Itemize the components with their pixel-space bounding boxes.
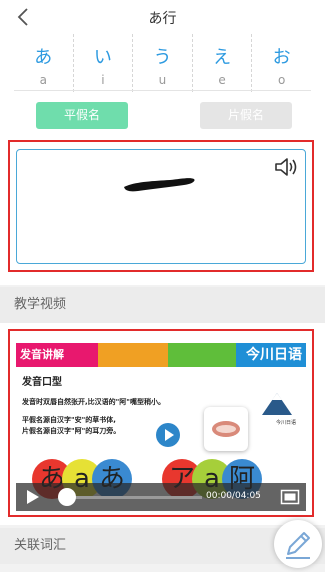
script-toggle: 平假名 片假名: [0, 92, 325, 137]
kana-char: い: [93, 47, 112, 68]
video-player[interactable]: 发音讲解 今川日语 发音口型 发音时双唇自然张开,比汉语的"阿"嘴型稍小。 平假…: [16, 343, 306, 511]
page-title: あ行: [148, 11, 177, 27]
play-icon[interactable]: [26, 489, 40, 505]
kana-char: お: [272, 47, 291, 68]
kana-romaji: i: [101, 73, 105, 87]
kana-tab-a[interactable]: あ a: [14, 34, 74, 92]
video-subtitle: 发音口型: [22, 377, 62, 388]
ink-stroke: [124, 178, 195, 192]
speaker-icon[interactable]: [273, 156, 299, 178]
video-banner-title: 发音讲解: [20, 348, 64, 361]
banner-segment: [98, 343, 168, 367]
pencil-icon: [286, 532, 310, 559]
kana-romaji: a: [39, 73, 47, 87]
katakana-button[interactable]: 片假名: [200, 102, 292, 129]
kana-tab-i[interactable]: い i: [74, 34, 134, 92]
top-bar: あ行: [0, 0, 325, 34]
video-time: 00:00/04:05: [206, 491, 261, 501]
divider: [14, 90, 311, 91]
kana-romaji: o: [278, 73, 286, 87]
video-section: 发音讲解 今川日语 发音口型 发音时双唇自然张开,比汉语的"阿"嘴型稍小。 平假…: [0, 323, 325, 525]
highlight-frame: 发音讲解 今川日语 发音口型 发音时双唇自然张开,比汉语的"阿"嘴型稍小。 平假…: [8, 329, 314, 517]
kana-romaji: u: [158, 73, 167, 87]
kana-tab-u[interactable]: う u: [133, 34, 193, 92]
kana-char: あ: [34, 47, 53, 68]
mouth-icon: [204, 407, 248, 451]
seek-handle[interactable]: [58, 488, 76, 506]
kana-tab-row: あ a い i う u え e お o: [0, 34, 325, 92]
kana-char: う: [153, 47, 172, 68]
highlight-frame: [8, 140, 314, 272]
video-text-line: 发音时双唇自然张开,比汉语的"阿"嘴型稍小。: [22, 398, 165, 406]
writing-canvas[interactable]: [16, 149, 306, 264]
video-play-icon: [156, 423, 180, 447]
seek-bar[interactable]: [62, 496, 202, 499]
writing-section: [0, 137, 325, 285]
video-brand: 今川日语: [246, 347, 302, 363]
floating-write-button[interactable]: [274, 520, 322, 568]
kana-romaji: e: [218, 73, 226, 87]
banner-segment: [168, 343, 236, 367]
logo-icon: [262, 393, 292, 415]
section-header-video: 教学视频: [0, 287, 325, 323]
video-text-line: 片假名源自汉字"阿"的耳刀旁。: [22, 427, 121, 435]
kana-tab-e[interactable]: え e: [193, 34, 253, 92]
fullscreen-icon[interactable]: [280, 489, 300, 505]
video-controls: 00:00/04:05: [16, 483, 306, 511]
hiragana-button[interactable]: 平假名: [36, 102, 128, 129]
logo-text: 今川日语: [275, 420, 296, 426]
video-text-line: 平假名源自汉字"安"的草书体,: [22, 416, 116, 424]
kana-tab-o[interactable]: お o: [252, 34, 311, 92]
kana-char: え: [213, 47, 232, 68]
